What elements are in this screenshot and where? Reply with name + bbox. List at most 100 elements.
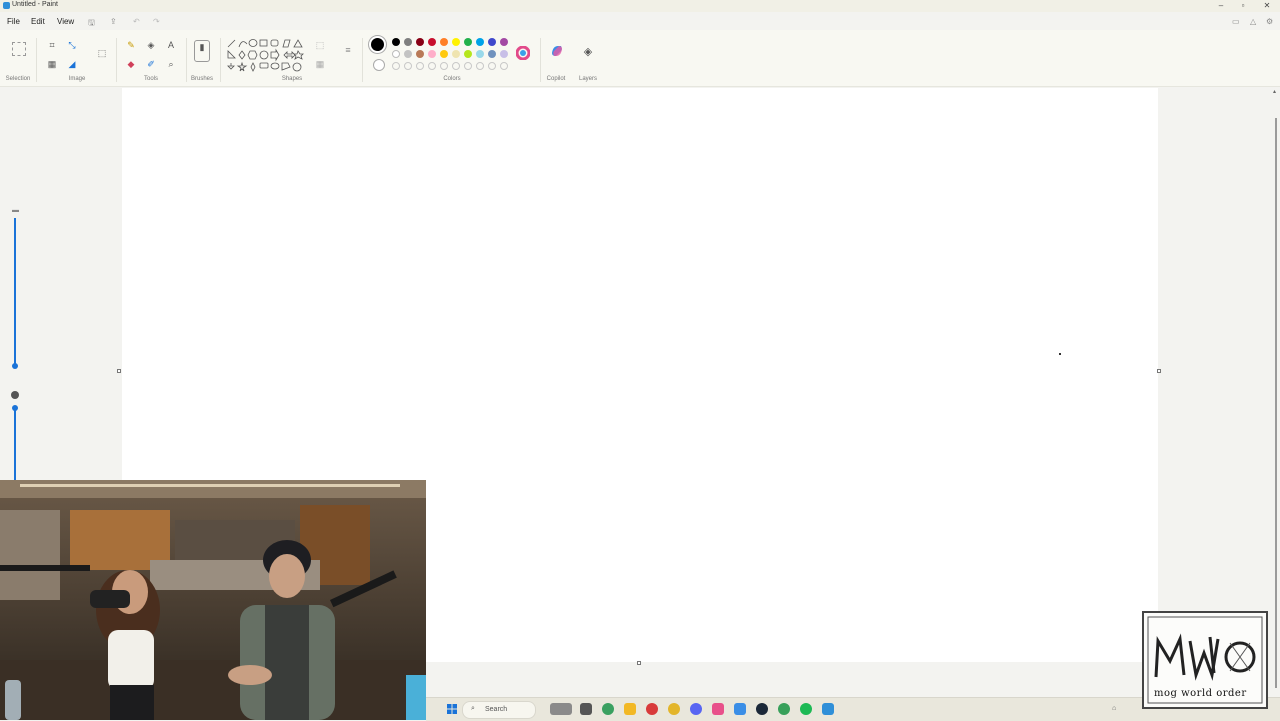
spotify-icon[interactable] [800,703,812,715]
color-picker-icon[interactable]: ✐ [145,58,157,70]
color-swatch[interactable] [416,50,424,58]
pencil-icon[interactable]: ✎ [125,39,137,51]
image-select-icon[interactable]: ⬚ [96,47,108,59]
brush-size-icon: ▬ [12,207,19,214]
group-label-shapes: Shapes [281,76,303,82]
scrollbar-thumb[interactable] [1275,118,1277,688]
color-swatch[interactable] [440,50,448,58]
brush-size-slider[interactable] [14,218,16,366]
shape-outline-icon[interactable]: ⬚ [314,39,326,51]
opacity-slider[interactable] [14,406,16,480]
layers-icon[interactable]: ◈ [582,46,594,58]
color-swatch[interactable] [404,38,412,46]
share-icon[interactable]: ⇪ [110,17,117,26]
paint-app-icon [3,2,10,9]
custom-color-slot[interactable] [440,62,448,70]
canvas-resize-handle-bottom[interactable] [637,661,641,665]
crop-icon[interactable]: ⌗ [46,39,58,51]
ribbon-divider [540,38,541,82]
ribbon-divider [186,38,187,82]
menu-file[interactable]: File [7,17,20,26]
custom-color-slot[interactable] [428,62,436,70]
ribbon-divider [116,38,117,82]
edge-browser-icon[interactable] [602,703,614,715]
color-swatch[interactable] [476,38,484,46]
color-swatch[interactable] [440,38,448,46]
close-icon[interactable]: ✕ [1256,0,1278,12]
maximize-icon[interactable]: ▫ [1232,0,1254,12]
canvas-resize-handle-left[interactable] [117,369,121,373]
group-label-tools: Tools [143,76,158,82]
color-swatch[interactable] [464,38,472,46]
color-swatch[interactable] [488,38,496,46]
custom-color-slot[interactable] [488,62,496,70]
fill-bucket-icon[interactable]: ◈ [145,39,157,51]
color-swatch[interactable] [488,50,496,58]
custom-color-slot[interactable] [464,62,472,70]
notifications-icon[interactable]: △ [1250,17,1256,26]
minimize-icon[interactable]: – [1210,0,1232,12]
redo-icon[interactable]: ↷ [153,17,160,26]
brushes-icon[interactable]: ▮ [194,40,210,62]
color-swatch[interactable] [416,38,424,46]
selection-tool-icon[interactable] [12,42,26,56]
color-swatch[interactable] [476,50,484,58]
primary-color-swatch[interactable] [371,38,384,51]
calculator-icon[interactable] [734,703,746,715]
color-swatch[interactable] [392,50,400,58]
color-swatch[interactable] [500,38,508,46]
feedback-icon[interactable]: ▭ [1232,17,1240,26]
eraser-icon[interactable]: ◆ [125,58,137,70]
canvas-resize-handle-right[interactable] [1157,369,1161,373]
rotate-icon[interactable]: ◢ [66,58,78,70]
resize-icon[interactable]: ⤡ [66,39,78,51]
custom-color-slot[interactable] [452,62,460,70]
shapes-gallery-icon[interactable] [226,38,306,74]
discord-icon[interactable] [690,703,702,715]
edit-colors-icon[interactable] [516,46,530,60]
window-title: Untitled - Paint [12,1,58,8]
menu-edit[interactable]: Edit [31,17,45,26]
opera-gx-icon[interactable] [646,703,658,715]
vertical-scrollbar[interactable]: ▴ [1273,88,1278,696]
paint-taskbar-icon[interactable] [822,703,834,715]
color-swatch[interactable] [404,50,412,58]
windows-start-icon[interactable] [447,704,457,714]
custom-color-slot[interactable] [404,62,412,70]
shape-fill-icon[interactable]: ▦ [314,58,326,70]
custom-color-slot[interactable] [392,62,400,70]
chrome-profile-icon[interactable] [778,703,790,715]
brush-cursor [1059,353,1061,355]
custom-color-slot[interactable] [416,62,424,70]
text-tool-icon[interactable]: A [165,39,177,51]
color-swatch[interactable] [452,38,460,46]
file-explorer-icon[interactable] [624,703,636,715]
color-swatch[interactable] [428,38,436,46]
magnifier-icon[interactable]: ⌕ [165,58,177,70]
taskbar-search-box[interactable]: ⌕ Search [462,701,536,719]
background-remove-icon[interactable]: ▦ [46,58,58,70]
obs-icon[interactable] [712,703,724,715]
settings-gear-icon[interactable]: ⚙ [1266,17,1273,26]
line-size-icon[interactable]: ≡ [342,44,354,56]
color-swatch[interactable] [500,50,508,58]
color-swatch[interactable] [464,50,472,58]
menu-view[interactable]: View [57,17,74,26]
custom-color-slot[interactable] [476,62,484,70]
secondary-color-swatch[interactable] [373,59,385,71]
system-tray-icon[interactable]: ⌂ [1112,705,1116,712]
steam-icon[interactable] [756,703,768,715]
brush-size-slider-thumb[interactable] [12,363,18,369]
color-swatch[interactable] [428,50,436,58]
scroll-up-icon[interactable]: ▴ [1273,88,1276,95]
color-swatch[interactable] [452,50,460,58]
custom-color-slot[interactable] [500,62,508,70]
copilot-icon[interactable] [550,44,564,58]
task-view-icon[interactable] [580,703,592,715]
chrome-icon[interactable] [668,703,680,715]
save-icon[interactable]: 🖫 [88,17,95,31]
color-swatch[interactable] [392,38,400,46]
widgets-icon[interactable] [550,703,572,715]
undo-icon[interactable]: ↶ [133,17,140,26]
opacity-slider-thumb[interactable] [12,405,18,411]
